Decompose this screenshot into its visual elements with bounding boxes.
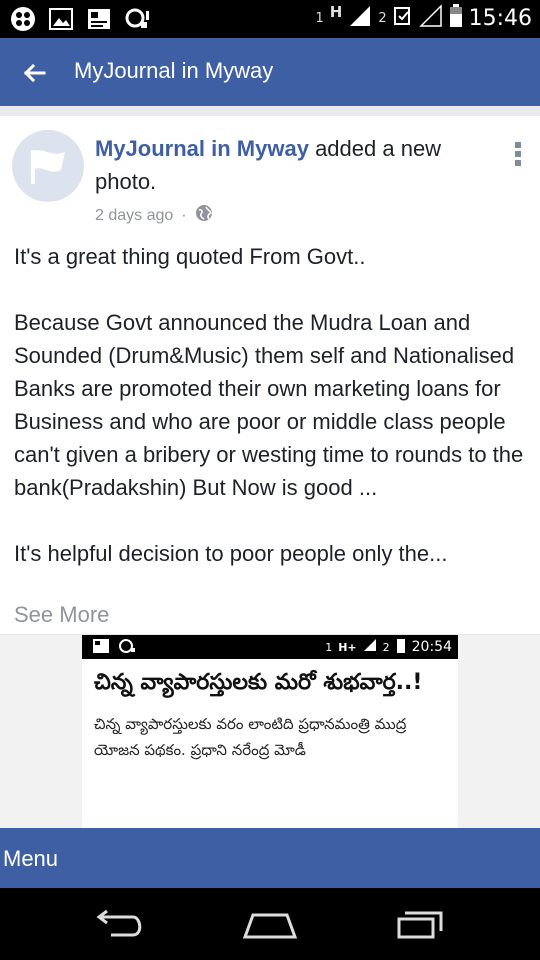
data-icon <box>393 5 413 31</box>
post-header: MyJournal in Myway added a new photo. <box>95 132 495 198</box>
page-title: MyJournal in Myway <box>74 58 274 83</box>
photo-clock: 20:54 <box>411 639 452 655</box>
photo-container: 1 H+ 2 20:54 చిన్న వ్యాపారస్తులకు మరో శు… <box>0 634 540 829</box>
photo-sim2-label: 2 <box>382 640 390 654</box>
signal-alert-icon <box>124 6 150 32</box>
sim1-label: 1 <box>315 10 324 26</box>
more-vertical-icon[interactable] <box>512 140 524 168</box>
network-type-label: H <box>329 3 343 21</box>
home-nav-icon[interactable] <box>240 906 300 942</box>
back-nav-icon[interactable] <box>90 906 150 942</box>
post-text: It's a great thing quoted From Govt.. Be… <box>14 244 524 566</box>
avatar[interactable] <box>12 130 84 202</box>
photo-status-bar: 1 H+ 2 20:54 <box>82 635 458 659</box>
menu-button[interactable]: Menu <box>3 846 58 872</box>
divider <box>0 106 540 116</box>
recent-apps-icon[interactable] <box>390 906 450 942</box>
photo-headline: చిన్న వ్యాపారస్తులకు మరో శుభవార్త..! <box>94 670 423 695</box>
menu-bar[interactable]: Menu <box>0 828 540 888</box>
post-card: MyJournal in Myway added a new photo. 2 … <box>0 116 540 829</box>
photo-image-icon <box>92 638 110 658</box>
photo-signal-icon <box>363 638 377 656</box>
sim2-label: 2 <box>378 10 387 26</box>
back-arrow-icon[interactable] <box>20 58 50 88</box>
status-bar: 1 H 2 15:46 <box>0 0 540 38</box>
photo-battery-icon <box>396 637 406 657</box>
post-photo[interactable]: 1 H+ 2 20:54 చిన్న వ్యాపారస్తులకు మరో శు… <box>82 635 458 829</box>
back-button[interactable] <box>20 58 50 88</box>
author-name[interactable]: MyJournal in Myway <box>95 136 309 161</box>
post-options-button[interactable] <box>512 140 524 168</box>
photo-network-label: H+ <box>338 640 357 654</box>
meta-separator: · <box>181 206 187 224</box>
app-bar: MyJournal in Myway <box>0 38 540 106</box>
photo-body-text: చిన్న వ్యాపారస్తులకు వరం లాంటిది ప్రధానమ… <box>94 715 407 759</box>
photo-icon <box>86 6 112 32</box>
image-icon <box>48 6 74 32</box>
clock: 15:46 <box>468 5 532 31</box>
photo-signal-alert-icon <box>118 638 136 658</box>
signal-empty-icon <box>418 4 443 32</box>
post-time[interactable]: 2 days ago <box>95 207 173 225</box>
system-nav-bar <box>0 888 540 960</box>
globe-icon <box>195 204 213 227</box>
photo-sim1-label: 1 <box>325 640 333 654</box>
battery-icon <box>449 4 463 32</box>
see-more-link[interactable]: See More <box>14 602 109 628</box>
signal-icon <box>348 4 372 32</box>
flag-icon <box>31 150 65 184</box>
post-meta: 2 days ago · <box>95 204 213 227</box>
blackberry-icon <box>10 6 36 32</box>
